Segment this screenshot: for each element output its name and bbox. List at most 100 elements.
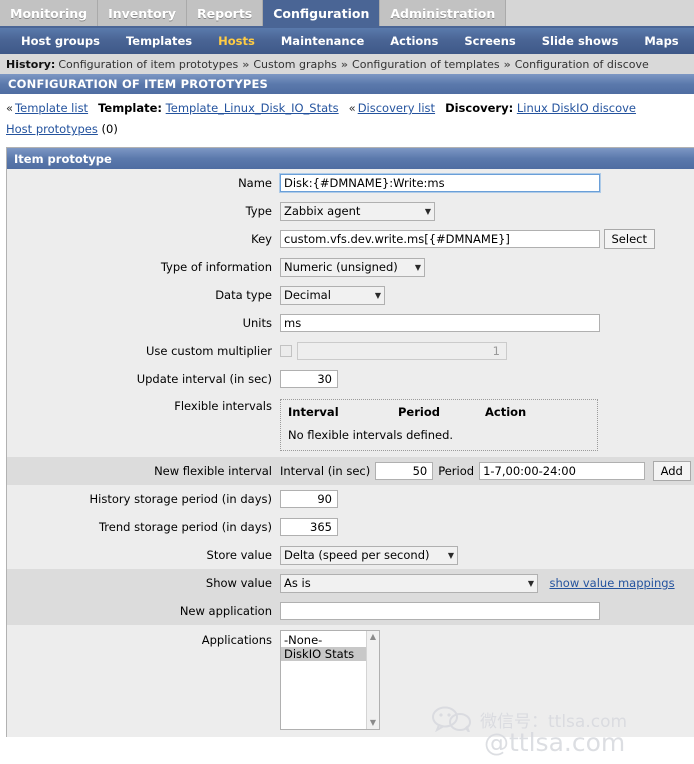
form-row-new-flexible-interval: New flexible interval Interval (in sec) P… (7, 457, 694, 485)
chevron-down-icon: ▼ (424, 206, 431, 216)
item-prototype-panel: Item prototype Name Type Zabbix agent ▼ … (6, 147, 694, 737)
sub-menu-item-maintenance[interactable]: Maintenance (268, 34, 377, 48)
applications-option-diskio-stats[interactable]: DiskIO Stats (281, 647, 379, 661)
top-menu-item-reports[interactable]: Reports (187, 0, 264, 26)
breadcrumb: «Template list Template: Template_Linux_D… (0, 94, 694, 138)
data-type-select[interactable]: Decimal ▼ (280, 285, 385, 305)
form-row-name: Name (7, 169, 694, 197)
add-flexible-interval-button[interactable]: Add (652, 461, 691, 481)
form-row-history-storage: History storage period (in days) (7, 485, 694, 513)
show-value-value: As is (284, 575, 311, 590)
sub-menu-item-hosts[interactable]: Hosts (205, 34, 268, 48)
form-row-trend-storage: Trend storage period (in days) (7, 513, 694, 541)
trend-storage-label: Trend storage period (in days) (98, 520, 272, 534)
use-custom-multiplier-label: Use custom multiplier (145, 344, 272, 358)
units-label: Units (242, 316, 272, 330)
store-value-label: Store value (206, 548, 272, 562)
new-flexible-interval-period-input[interactable] (479, 462, 646, 480)
units-input[interactable] (280, 314, 600, 332)
history-item-2[interactable]: Configuration of templates (352, 58, 500, 71)
history-separator-icon: » (242, 57, 250, 71)
page-title: CONFIGURATION OF ITEM PROTOTYPES (0, 74, 694, 94)
top-menu-item-configuration[interactable]: Configuration (263, 0, 381, 26)
show-value-select[interactable]: As is ▼ (280, 573, 538, 593)
form-row-data-type: Data type Decimal ▼ (7, 281, 694, 309)
history-label: History: (6, 57, 56, 71)
history-item-3[interactable]: Configuration of discove (515, 58, 649, 71)
applications-listbox[interactable]: -None- DiskIO Stats ▲ ▼ (280, 630, 380, 730)
type-of-information-label: Type of information (160, 260, 272, 274)
sub-menu-item-slide-shows[interactable]: Slide shows (529, 34, 632, 48)
discovery-name-link[interactable]: Linux DiskIO discove (517, 101, 636, 115)
history-bar: History: Configuration of item prototype… (0, 54, 694, 74)
history-storage-input[interactable] (280, 490, 338, 508)
type-of-information-select[interactable]: Numeric (unsigned) ▼ (280, 257, 425, 277)
new-application-label: New application (179, 604, 272, 618)
scroll-down-icon[interactable]: ▼ (370, 719, 376, 727)
chevron-down-icon: ▼ (414, 262, 421, 272)
flexible-intervals-col-action: Action (485, 405, 527, 419)
new-flexible-interval-interval-label: Interval (in sec) (280, 464, 371, 478)
show-value-mappings-link[interactable]: show value mappings (550, 576, 675, 590)
key-label: Key (251, 232, 272, 246)
history-item-0[interactable]: Configuration of item prototypes (58, 58, 238, 71)
type-of-information-value: Numeric (unsigned) (284, 259, 398, 274)
show-value-label: Show value (205, 576, 272, 590)
applications-option-none[interactable]: -None- (281, 633, 379, 647)
type-select-value: Zabbix agent (284, 203, 361, 218)
top-menu-item-inventory[interactable]: Inventory (98, 0, 188, 26)
new-flexible-interval-input[interactable] (375, 462, 434, 480)
custom-multiplier-input[interactable] (297, 342, 507, 360)
new-application-input[interactable] (280, 602, 600, 620)
trend-storage-input[interactable] (280, 518, 338, 536)
sub-menu-item-maps[interactable]: Maps (631, 34, 691, 48)
applications-scrollbar[interactable]: ▲ ▼ (366, 631, 379, 729)
update-interval-input[interactable] (280, 370, 338, 388)
new-flexible-interval-period-label: Period (438, 464, 475, 478)
chevron-down-icon: ▼ (527, 578, 534, 588)
chevron-down-icon: ▼ (447, 550, 454, 560)
form-row-type-of-information: Type of information Numeric (unsigned) ▼ (7, 253, 694, 281)
discovery-label: Discovery: (445, 101, 514, 115)
scroll-up-icon[interactable]: ▲ (370, 633, 376, 641)
top-menu-spacer (506, 0, 694, 26)
history-separator-icon: » (503, 57, 511, 71)
chevron-left-icon: « (348, 101, 356, 115)
store-value-value: Delta (speed per second) (284, 547, 430, 562)
form-row-update-interval: Update interval (in sec) (7, 365, 694, 393)
type-select[interactable]: Zabbix agent ▼ (280, 201, 435, 221)
use-custom-multiplier-checkbox[interactable] (280, 345, 292, 357)
host-prototypes-count: (0) (101, 122, 118, 136)
form-row-key: Key Select (7, 225, 694, 253)
flexible-intervals-table: Interval Period Action No flexible inter… (280, 399, 598, 451)
history-separator-icon: » (340, 57, 349, 71)
data-type-label: Data type (215, 288, 272, 302)
history-storage-label: History storage period (in days) (89, 492, 272, 506)
key-select-button[interactable]: Select (603, 229, 655, 249)
update-interval-label: Update interval (in sec) (136, 372, 272, 386)
sub-menu-item-templates[interactable]: Templates (113, 34, 205, 48)
sub-menu-item-screens[interactable]: Screens (451, 34, 528, 48)
template-name-link[interactable]: Template_Linux_Disk_IO_Stats (166, 101, 339, 115)
form-row-flexible-intervals: Flexible intervals Interval Period Actio… (7, 393, 694, 457)
applications-label: Applications (201, 633, 272, 647)
top-menu-item-monitoring[interactable]: Monitoring (0, 0, 99, 26)
form-row-units: Units (7, 309, 694, 337)
key-input[interactable] (280, 230, 600, 248)
name-input[interactable] (279, 173, 601, 193)
template-list-link[interactable]: Template list (15, 101, 88, 115)
data-type-value: Decimal (284, 287, 331, 302)
sub-menu-item-host-groups[interactable]: Host groups (8, 34, 113, 48)
store-value-select[interactable]: Delta (speed per second) ▼ (280, 545, 458, 565)
top-menu-item-administration[interactable]: Administration (380, 0, 507, 26)
discovery-list-link[interactable]: Discovery list (358, 101, 435, 115)
flexible-intervals-col-period: Period (398, 405, 440, 419)
host-prototypes-link[interactable]: Host prototypes (6, 122, 98, 136)
sub-menu-item-actions[interactable]: Actions (377, 34, 451, 48)
form-row-type: Type Zabbix agent ▼ (7, 197, 694, 225)
flexible-intervals-label: Flexible intervals (174, 399, 272, 413)
name-label: Name (238, 176, 272, 190)
type-label: Type (245, 204, 272, 218)
chevron-down-icon: ▼ (374, 290, 381, 300)
history-item-1[interactable]: Custom graphs (253, 58, 337, 71)
